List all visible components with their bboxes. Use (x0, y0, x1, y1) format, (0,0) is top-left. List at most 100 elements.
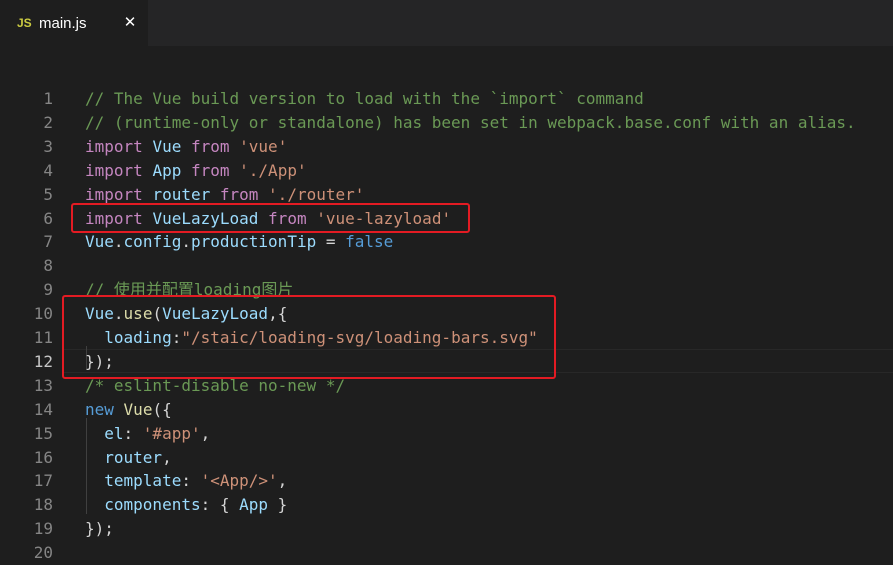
code-token: App (152, 160, 182, 180)
code-text: // (runtime-only or standalone) has been… (85, 111, 856, 135)
code-line[interactable]: 10 Vue.use(VueLazyLoad,{ (0, 302, 893, 326)
code-token: false (345, 232, 394, 252)
code-line[interactable]: 3 import Vue from 'vue' (0, 135, 893, 159)
tab-bar: JS main.js ✕ (0, 0, 893, 46)
line-number: 10 (33, 304, 53, 324)
code-line[interactable]: 2 // (runtime-only or standalone) has bee… (0, 111, 893, 135)
code-token: config (123, 232, 182, 252)
code-line[interactable]: 5 import router from './router' (0, 183, 893, 207)
code-token: /* eslint-disable no-new */ (85, 375, 346, 395)
code-line[interactable]: 14 new Vue({ (0, 398, 893, 422)
line-number: 9 (43, 280, 53, 300)
code-text: }); (85, 517, 114, 541)
code-line[interactable]: 8 (0, 254, 893, 278)
javascript-file-icon: JS (17, 16, 32, 30)
code-token: // (runtime-only or standalone) has been… (85, 112, 856, 132)
code-token: Vue (85, 304, 114, 324)
code-token: , (162, 447, 172, 467)
code-token: use (123, 304, 153, 324)
line-number: 16 (33, 447, 53, 467)
code-token: : { (200, 495, 240, 515)
code-text: import App from './App' (85, 159, 307, 183)
tab-filename: main.js (39, 14, 87, 32)
code-token: from (219, 184, 259, 204)
code-token: "/staic/loading-svg/loading-bars.svg" (181, 328, 538, 347)
code-line[interactable]: 13 /* eslint-disable no-new */ (0, 374, 893, 398)
code-line[interactable]: 20 (0, 541, 893, 565)
code-token: el (104, 423, 124, 443)
code-token: : (181, 471, 201, 491)
line-number: 1 (43, 89, 53, 108)
line-number: 13 (33, 375, 53, 395)
code-token: : (171, 328, 182, 347)
line-number: 6 (43, 208, 53, 228)
code-token: 'vue-lazyload' (316, 208, 452, 228)
code-token: from (190, 160, 230, 180)
line-number: 15 (33, 423, 53, 443)
code-line[interactable]: 9 // 使用并配置loading图片 (0, 278, 893, 302)
code-token: Vue (152, 136, 182, 156)
close-icon[interactable]: ✕ (122, 13, 138, 31)
code-token: }); (85, 351, 114, 371)
code-line[interactable]: 17 template: '<App/>', (0, 469, 893, 493)
code-token: loading (104, 328, 172, 347)
code-text: Vue.config.productionTip = false (85, 230, 393, 254)
code-token: router (104, 447, 163, 467)
code-token: ,{ (268, 304, 288, 324)
tab-main-js[interactable]: JS main.js ✕ (0, 0, 148, 46)
code-line[interactable]: 4 import App from './App' (0, 159, 893, 183)
code-token: } (268, 495, 288, 515)
code-line[interactable]: 15 el: '#app', (0, 422, 893, 446)
line-number: 12 (33, 351, 53, 371)
code-line[interactable]: 19}); (0, 517, 893, 541)
code-text: import VueLazyLoad from 'vue-lazyload' (85, 207, 451, 231)
code-text: import router from './router' (85, 183, 364, 207)
code-token: . (113, 304, 124, 324)
code-token: . (113, 232, 124, 252)
line-number: 8 (43, 256, 53, 276)
code-line[interactable]: 18 components: { App } (0, 493, 893, 517)
code-token: App (239, 495, 269, 515)
code-text: import Vue from 'vue' (85, 135, 287, 159)
code-token: Vue (85, 232, 114, 252)
code-line[interactable]: 7 Vue.config.productionTip = false (0, 230, 893, 254)
code-line[interactable]: 6 import VueLazyLoad from 'vue-lazyload' (0, 207, 893, 231)
code-text: router, (85, 446, 172, 470)
code-text: loading:"/staic/loading-svg/loading-bars… (85, 326, 538, 350)
code-token: template (104, 471, 182, 491)
code-line[interactable]: 11 loading:"/staic/loading-svg/loading-b… (0, 326, 893, 350)
code-text: // 使用并配置loading图片 (85, 278, 293, 302)
code-editor[interactable]: 1 // The Vue build version to load with t… (0, 46, 893, 563)
code-text: template: '<App/>', (85, 469, 287, 493)
code-token: '<App/>' (200, 471, 278, 491)
code-text: Vue.use(VueLazyLoad,{ (85, 302, 287, 326)
code-token: './App' (239, 160, 307, 180)
code-line[interactable]: 1 // The Vue build version to load with t… (0, 87, 893, 111)
code-text: components: { App } (85, 493, 287, 517)
line-number: 11 (33, 328, 53, 347)
code-token: // The Vue build version to load with th… (85, 89, 644, 108)
code-token: . (181, 232, 191, 252)
code-token: VueLazyLoad (162, 304, 269, 324)
line-number: 14 (33, 399, 53, 419)
code-token: import (85, 136, 143, 156)
line-number: 20 (33, 543, 53, 563)
code-line[interactable]: 12}); (0, 350, 893, 374)
code-line[interactable]: 16 router, (0, 446, 893, 470)
code-token: productionTip (190, 232, 317, 252)
code-token: 'vue' (239, 136, 288, 156)
